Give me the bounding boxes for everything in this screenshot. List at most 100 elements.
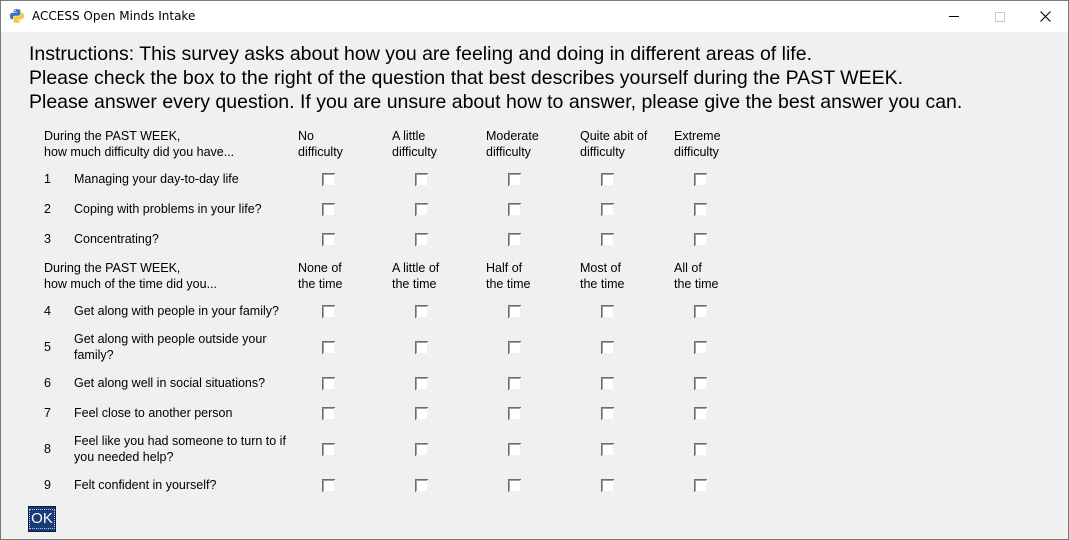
answer-checkbox[interactable] xyxy=(415,377,428,390)
python-icon xyxy=(10,9,24,23)
survey-form: Instructions: This survey asks about how… xyxy=(1,32,1068,539)
answer-checkbox[interactable] xyxy=(508,443,521,456)
answer-checkbox[interactable] xyxy=(508,407,521,420)
column-header: Moderate xyxy=(486,129,539,143)
section-prompt: how much difficulty did you have... xyxy=(44,145,235,159)
column-header: Half of xyxy=(486,261,523,275)
column-header: difficulty xyxy=(580,145,625,159)
answer-checkbox[interactable] xyxy=(508,305,521,318)
answer-checkbox[interactable] xyxy=(601,443,614,456)
column-header: Extreme xyxy=(674,129,721,143)
column-header: the time xyxy=(486,277,531,291)
answer-checkbox[interactable] xyxy=(415,173,428,186)
answer-checkbox[interactable] xyxy=(415,203,428,216)
answer-checkbox[interactable] xyxy=(694,203,707,216)
answer-checkbox[interactable] xyxy=(415,233,428,246)
answer-checkbox[interactable] xyxy=(415,443,428,456)
minimize-icon xyxy=(949,16,959,17)
answer-checkbox[interactable] xyxy=(601,203,614,216)
instructions-line: Please answer every question. If you are… xyxy=(29,91,963,113)
app-window: ACCESS Open Minds Intake Instructions: T… xyxy=(0,0,1069,540)
column-header: A little xyxy=(392,129,426,143)
column-header: the time xyxy=(392,277,437,291)
answer-checkbox[interactable] xyxy=(508,173,521,186)
question-number: 6 xyxy=(44,376,51,390)
column-header: A little of xyxy=(392,261,440,275)
column-header: difficulty xyxy=(674,145,719,159)
answer-checkbox[interactable] xyxy=(415,341,428,354)
question-text: Felt confident in yourself? xyxy=(74,478,217,492)
answer-checkbox[interactable] xyxy=(601,407,614,420)
question-text: Coping with problems in your life? xyxy=(74,202,262,216)
answer-checkbox[interactable] xyxy=(694,173,707,186)
question-number: 9 xyxy=(44,478,51,492)
column-header: Quite abit of xyxy=(580,129,648,143)
section-prompt: how much of the time did you... xyxy=(44,277,218,291)
column-header: All of xyxy=(674,261,702,275)
column-header: the time xyxy=(580,277,625,291)
instructions-line: Please check the box to the right of the… xyxy=(29,67,904,89)
answer-checkbox[interactable] xyxy=(322,305,335,318)
maximize-button[interactable] xyxy=(977,1,1023,32)
answer-checkbox[interactable] xyxy=(694,341,707,354)
answer-checkbox[interactable] xyxy=(694,479,707,492)
answer-checkbox[interactable] xyxy=(601,341,614,354)
question-text: Get along with people outside your xyxy=(74,332,267,346)
answer-checkbox[interactable] xyxy=(694,443,707,456)
column-header: difficulty xyxy=(486,145,531,159)
question-text: family? xyxy=(74,348,114,362)
answer-checkbox[interactable] xyxy=(322,203,335,216)
column-header: difficulty xyxy=(392,145,437,159)
column-header: difficulty xyxy=(298,145,343,159)
answer-checkbox[interactable] xyxy=(694,305,707,318)
close-button[interactable] xyxy=(1022,1,1068,32)
answer-checkbox[interactable] xyxy=(415,407,428,420)
answer-checkbox[interactable] xyxy=(322,407,335,420)
section-prompt: During the PAST WEEK, xyxy=(44,261,181,275)
answer-checkbox[interactable] xyxy=(415,305,428,318)
minimize-button[interactable] xyxy=(931,1,977,32)
answer-checkbox[interactable] xyxy=(322,233,335,246)
question-text: Concentrating? xyxy=(74,232,159,246)
question-number: 1 xyxy=(44,172,51,186)
question-number: 8 xyxy=(44,442,51,456)
column-header: No xyxy=(298,129,314,143)
question-text: you needed help? xyxy=(74,450,174,464)
answer-checkbox[interactable] xyxy=(694,377,707,390)
answer-checkbox[interactable] xyxy=(601,479,614,492)
answer-checkbox[interactable] xyxy=(508,341,521,354)
ok-button[interactable]: OK xyxy=(28,506,56,532)
question-number: 2 xyxy=(44,202,51,216)
window-title: ACCESS Open Minds Intake xyxy=(32,9,196,23)
answer-checkbox[interactable] xyxy=(601,233,614,246)
answer-checkbox[interactable] xyxy=(508,233,521,246)
answer-checkbox[interactable] xyxy=(601,377,614,390)
answer-checkbox[interactable] xyxy=(508,479,521,492)
answer-checkbox[interactable] xyxy=(322,341,335,354)
column-header: Most of xyxy=(580,261,621,275)
question-text: Feel close to another person xyxy=(74,406,233,420)
question-number: 7 xyxy=(44,406,51,420)
answer-checkbox[interactable] xyxy=(601,305,614,318)
instructions-line: Instructions: This survey asks about how… xyxy=(29,43,812,65)
answer-checkbox[interactable] xyxy=(322,173,335,186)
answer-checkbox[interactable] xyxy=(415,479,428,492)
answer-checkbox[interactable] xyxy=(694,407,707,420)
column-header: None of xyxy=(298,261,342,275)
title-bar[interactable]: ACCESS Open Minds Intake xyxy=(1,1,1068,32)
answer-checkbox[interactable] xyxy=(694,233,707,246)
column-header: the time xyxy=(298,277,343,291)
question-number: 4 xyxy=(44,304,51,318)
question-text: Feel like you had someone to turn to if xyxy=(74,434,286,448)
answer-checkbox[interactable] xyxy=(322,377,335,390)
ok-button-label: OK xyxy=(29,509,55,529)
answer-checkbox[interactable] xyxy=(322,479,335,492)
answer-checkbox[interactable] xyxy=(601,173,614,186)
section-prompt: During the PAST WEEK, xyxy=(44,129,181,143)
question-number: 5 xyxy=(44,340,51,354)
column-header: the time xyxy=(674,277,719,291)
answer-checkbox[interactable] xyxy=(322,443,335,456)
maximize-icon xyxy=(995,11,1005,22)
answer-checkbox[interactable] xyxy=(508,203,521,216)
answer-checkbox[interactable] xyxy=(508,377,521,390)
